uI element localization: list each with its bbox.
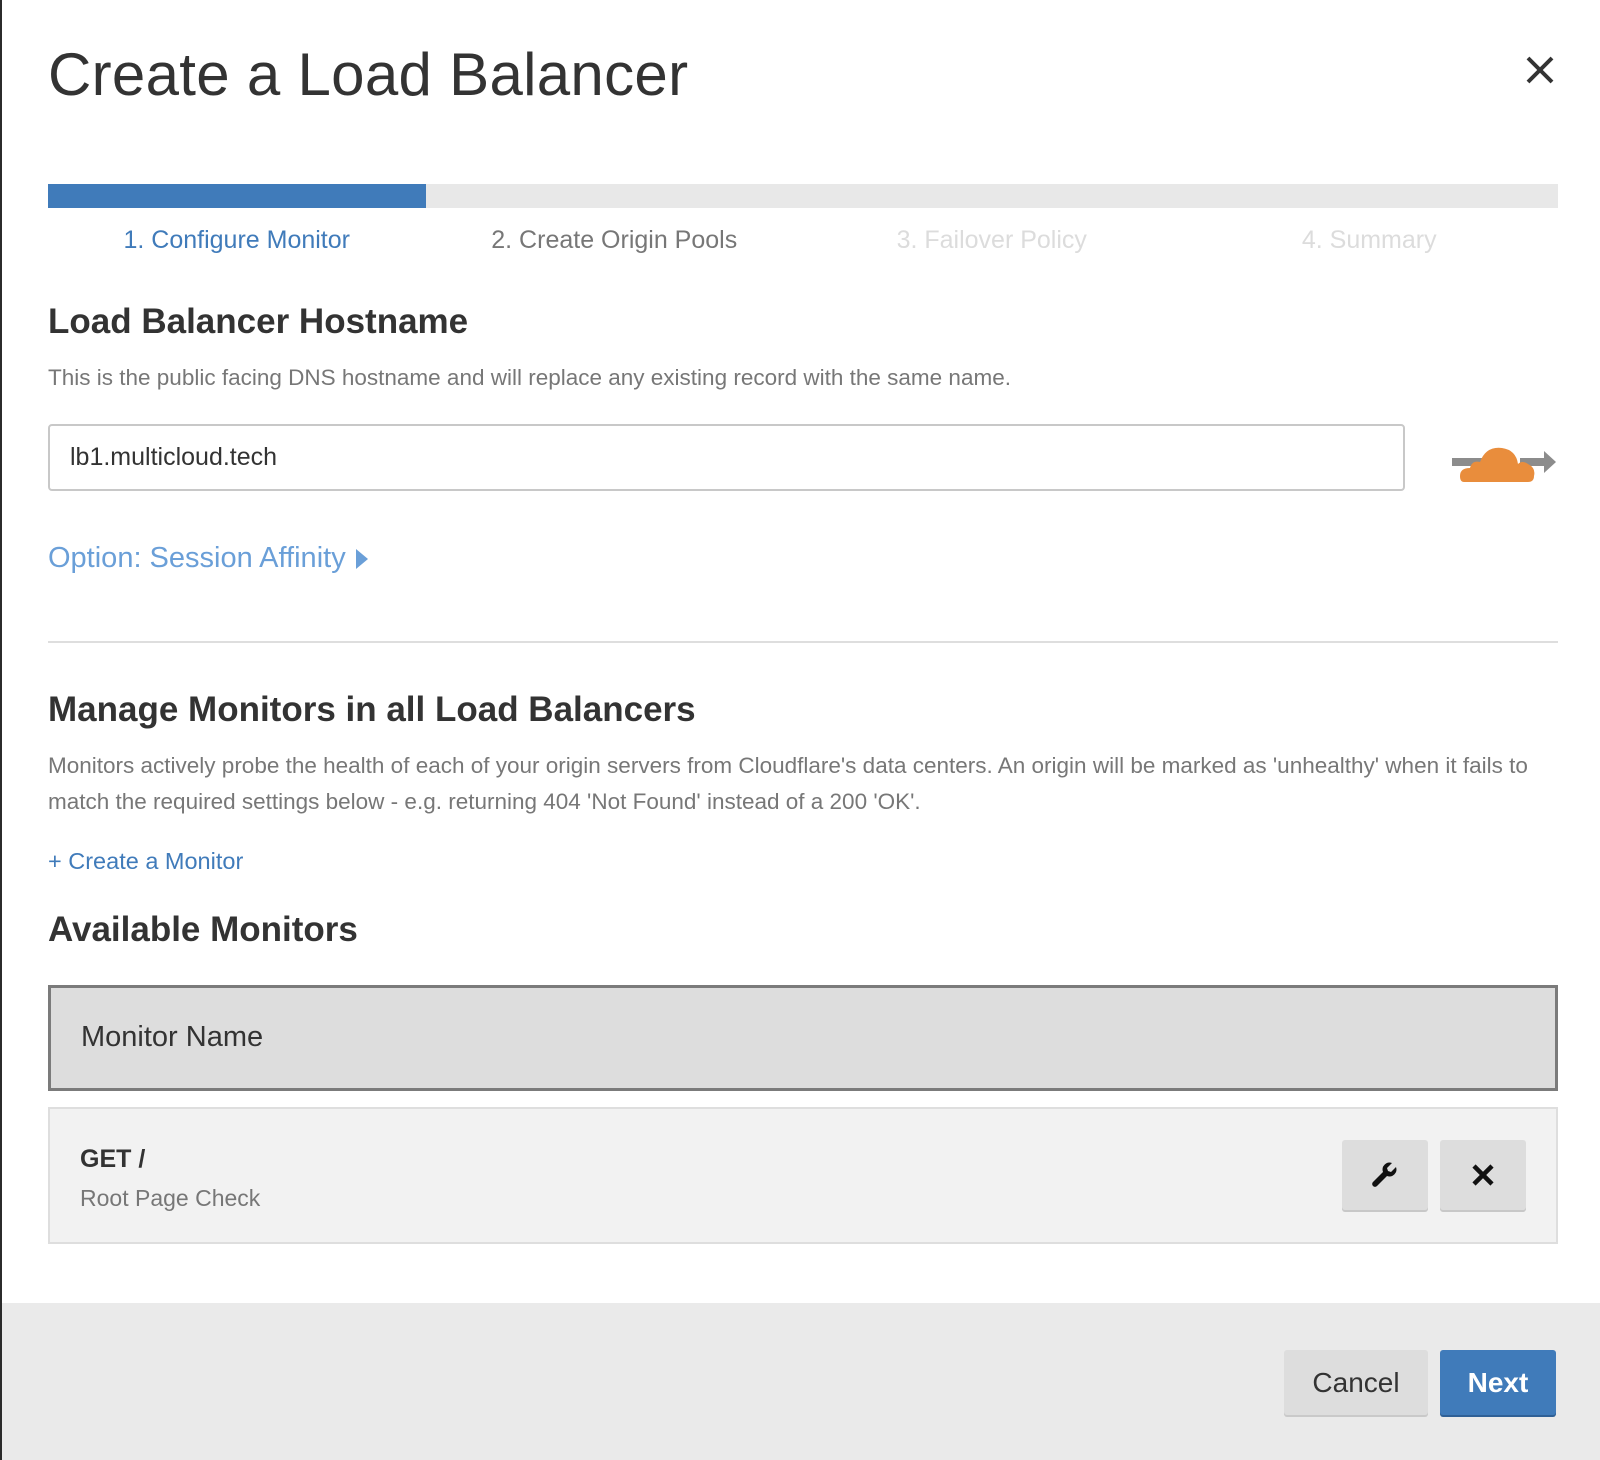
create-monitor-link[interactable]: + Create a Monitor xyxy=(48,848,243,875)
section-divider xyxy=(48,641,1558,643)
table-row: GET / Root Page Check xyxy=(48,1107,1558,1244)
cloudflare-proxied-cloud-icon xyxy=(1452,447,1556,482)
monitor-title: GET / xyxy=(80,1145,146,1173)
wizard-steps: 1. Configure Monitor 2. Create Origin Po… xyxy=(48,226,1558,262)
session-affinity-label: Option: Session Affinity xyxy=(48,542,346,574)
close-icon xyxy=(1526,56,1554,84)
monitor-description: Root Page Check xyxy=(80,1185,261,1211)
close-icon xyxy=(1472,1164,1494,1186)
dialog-title: Create a Load Balancer xyxy=(48,41,689,108)
column-header-monitor-name: Monitor Name xyxy=(81,1021,264,1053)
cancel-button[interactable]: Cancel xyxy=(1284,1350,1428,1415)
step-configure-monitor[interactable]: 1. Configure Monitor xyxy=(48,226,426,262)
create-load-balancer-dialog: Create a Load Balancer 1. Configure Moni… xyxy=(2,0,1600,1460)
wizard-progress-bar xyxy=(48,184,1558,208)
monitors-heading: Manage Monitors in all Load Balancers xyxy=(48,690,696,729)
monitors-description: Monitors actively probe the health of ea… xyxy=(48,753,1528,814)
available-monitors-heading: Available Monitors xyxy=(48,910,358,949)
proxy-status-toggle[interactable] xyxy=(1448,438,1560,488)
session-affinity-toggle[interactable]: Option: Session Affinity xyxy=(48,542,368,575)
delete-monitor-button[interactable] xyxy=(1440,1140,1526,1210)
next-button[interactable]: Next xyxy=(1440,1350,1556,1415)
edit-monitor-button[interactable] xyxy=(1342,1140,1428,1210)
wizard-progress-fill xyxy=(48,184,426,208)
step-summary: 4. Summary xyxy=(1301,226,1437,254)
monitors-table-header: Monitor Name xyxy=(48,985,1558,1091)
close-button[interactable] xyxy=(1522,52,1558,88)
hostname-input[interactable] xyxy=(48,424,1405,491)
caret-right-icon xyxy=(355,548,368,569)
hostname-heading: Load Balancer Hostname xyxy=(48,302,469,341)
dialog-footer: Cancel Next xyxy=(2,1303,1600,1460)
wrench-icon xyxy=(1372,1162,1397,1187)
step-create-origin-pools[interactable]: 2. Create Origin Pools xyxy=(426,226,804,262)
hostname-description: This is the public facing DNS hostname a… xyxy=(48,365,1011,390)
step-failover-policy: 3. Failover Policy xyxy=(896,226,1087,254)
